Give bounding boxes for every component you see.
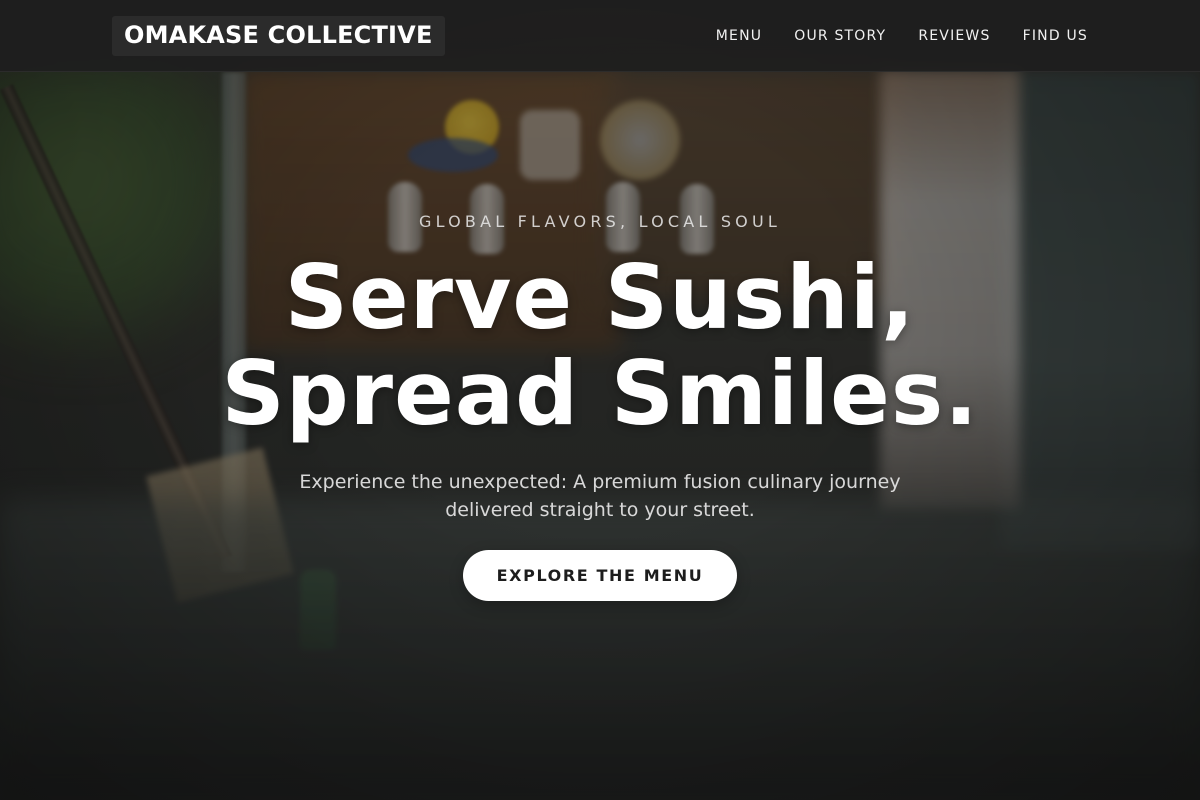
top-navbar: OMAKASE COLLECTIVE MENU OUR STORY REVIEW… [0,0,1200,72]
nav-link-our-story[interactable]: OUR STORY [794,28,886,44]
nav-link-menu[interactable]: MENU [716,28,762,44]
hero-headline-line-1: Serve Sushi, [284,246,916,349]
hero-eyebrow: GLOBAL FLAVORS, LOCAL SOUL [419,212,781,231]
landing-page: OMAKASE COLLECTIVE MENU OUR STORY REVIEW… [0,0,1200,800]
hero-headline-line-2: Spread Smiles. [221,342,979,445]
nav-link-reviews[interactable]: REVIEWS [918,28,990,44]
hero-section: GLOBAL FLAVORS, LOCAL SOUL Serve Sushi, … [0,0,1200,800]
hero-subtitle: Experience the unexpected: A premium fus… [299,471,901,521]
nav-links: MENU OUR STORY REVIEWS FIND US [716,28,1088,44]
brand-logo[interactable]: OMAKASE COLLECTIVE [112,15,445,56]
explore-menu-button[interactable]: EXPLORE THE MENU [463,550,737,601]
nav-link-find-us[interactable]: FIND US [1023,28,1088,44]
hero-headline: Serve Sushi, Spread Smiles. [0,250,1200,442]
